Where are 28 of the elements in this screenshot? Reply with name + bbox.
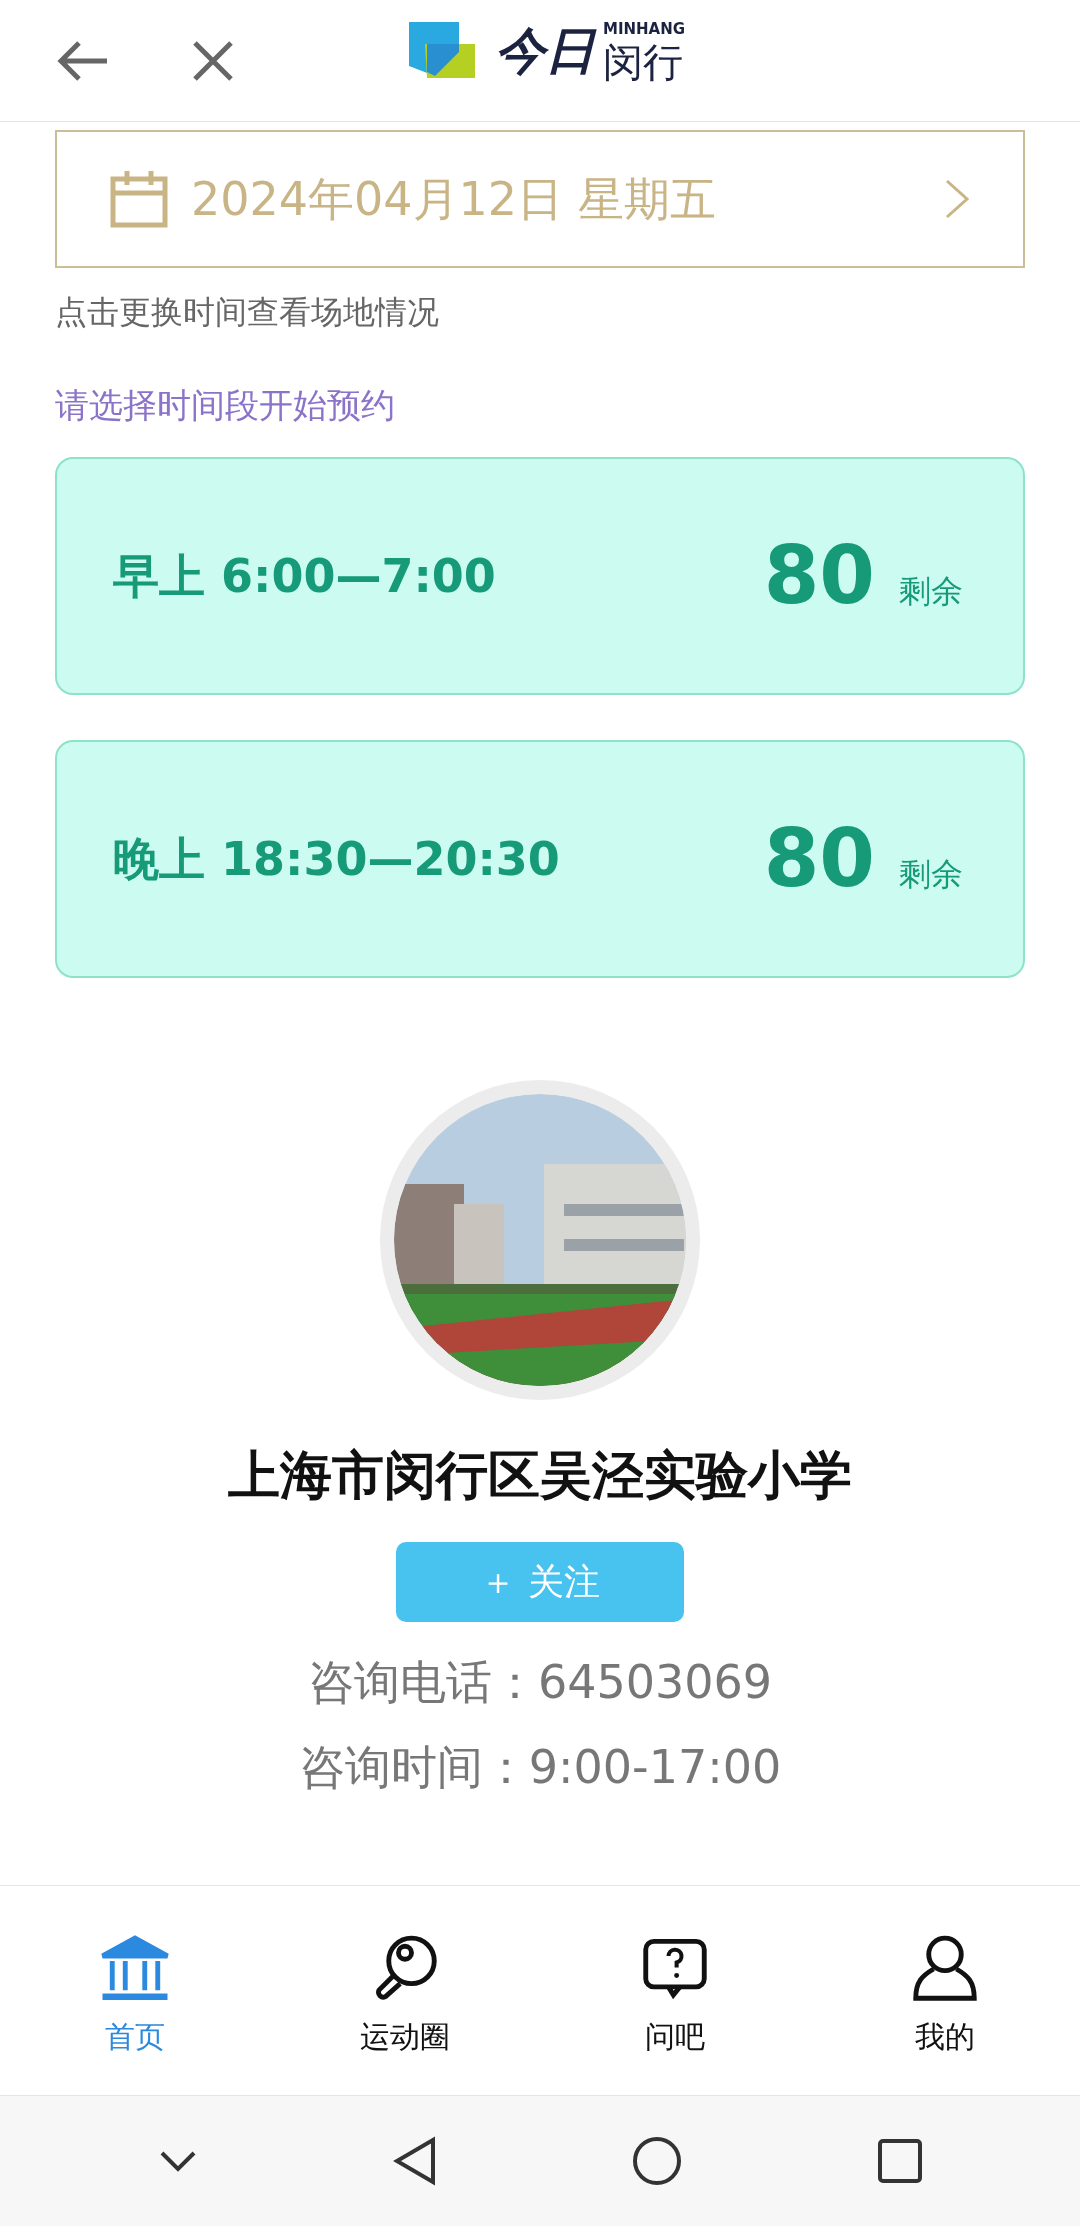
time-slot-card[interactable]: 早上 6:00—7:00 80 剩余 <box>55 457 1025 695</box>
time-slot-card[interactable]: 晚上 18:30—20:30 80 剩余 <box>55 740 1025 978</box>
chevron-right-icon <box>943 177 971 221</box>
calendar-icon <box>109 169 169 229</box>
date-hint: 点击更换时间查看场地情况 <box>55 292 440 333</box>
follow-button[interactable]: ＋ 关注 <box>396 1542 684 1622</box>
close-icon[interactable] <box>191 38 235 83</box>
back-triangle-icon[interactable] <box>392 2136 437 2186</box>
remaining-label: 剩余 <box>899 854 963 895</box>
logo-script: 今日 <box>495 26 595 76</box>
logo-latin: MINHANG <box>603 21 686 37</box>
phone-text: 咨询电话：64503069 <box>307 1654 773 1711</box>
tab-item[interactable]: 我的 <box>810 1886 1080 2095</box>
slot-time: 晚上 18:30—20:30 <box>113 830 560 888</box>
remaining-count: 80 <box>763 536 875 616</box>
date-picker[interactable]: 2024年04月12日 星期五 <box>55 130 1025 268</box>
slots-prompt: 请选择时间段开始预约 <box>55 384 396 427</box>
venue-name: 上海市闵行区吴泾实验小学 <box>228 1444 852 1507</box>
home-circle-icon[interactable] <box>631 2136 682 2186</box>
remaining-label: 剩余 <box>899 571 963 612</box>
tab-item[interactable]: 首页 <box>0 1886 270 2095</box>
recent-apps-icon[interactable] <box>876 2138 923 2184</box>
remaining-count: 80 <box>763 819 875 899</box>
logo-name: 闵行 <box>603 37 684 87</box>
slot-time: 早上 6:00—7:00 <box>113 547 496 605</box>
tab-item[interactable]: 运动圈 <box>270 1886 540 2095</box>
tab-item[interactable]: 问吧 <box>540 1886 810 2095</box>
hours-text: 咨询时间：9:00-17:00 <box>298 1739 782 1796</box>
